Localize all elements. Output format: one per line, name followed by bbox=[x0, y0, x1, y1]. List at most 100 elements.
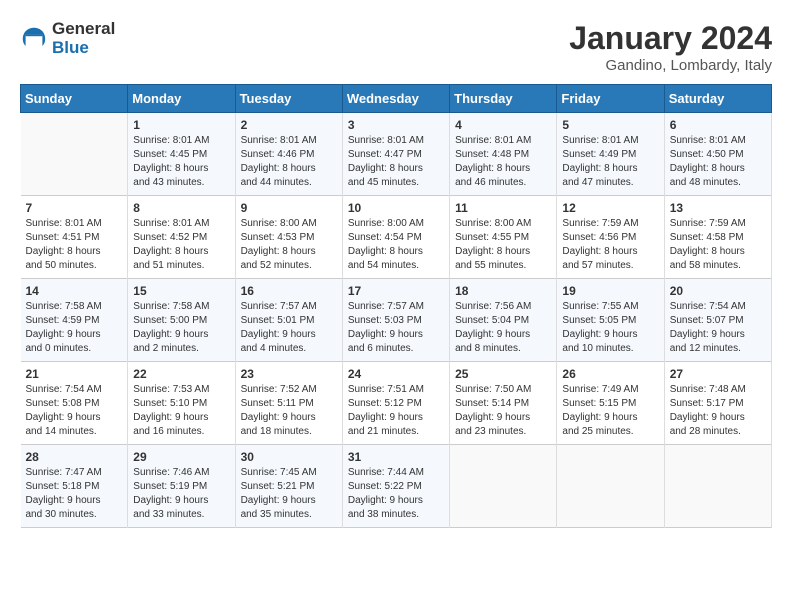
day-info: Sunrise: 8:00 AM Sunset: 4:54 PM Dayligh… bbox=[348, 217, 444, 273]
calendar-cell: 25 Sunrise: 7:50 AM Sunset: 5:14 PM Dayli… bbox=[450, 362, 557, 445]
day-number: 5 bbox=[562, 118, 658, 132]
day-number: 15 bbox=[133, 284, 229, 298]
calendar-cell: 2 Sunrise: 8:01 AM Sunset: 4:46 PM Daylig… bbox=[235, 113, 342, 196]
day-number: 31 bbox=[348, 450, 444, 464]
day-number: 25 bbox=[455, 367, 551, 381]
weekday-header: Friday bbox=[557, 85, 664, 113]
day-info: Sunrise: 7:59 AM Sunset: 4:58 PM Dayligh… bbox=[670, 217, 766, 273]
day-number: 10 bbox=[348, 201, 444, 215]
calendar-cell: 1Sunrise: 8:01 AM Sunset: 4:45 PM Daylig… bbox=[128, 113, 235, 196]
day-info: Sunrise: 7:58 AM Sunset: 5:00 PM Dayligh… bbox=[133, 300, 229, 356]
weekday-header: Saturday bbox=[664, 85, 771, 113]
calendar-table: SundayMondayTuesdayWednesdayThursdayFrid… bbox=[20, 84, 772, 528]
calendar-cell: 21 Sunrise: 7:54 AM Sunset: 5:08 PM Dayli… bbox=[21, 362, 128, 445]
day-info: Sunrise: 7:55 AM Sunset: 5:05 PM Dayligh… bbox=[562, 300, 658, 356]
day-info: Sunrise: 7:57 AM Sunset: 5:01 PM Dayligh… bbox=[241, 300, 337, 356]
day-number: 29 bbox=[133, 450, 229, 464]
calendar-cell: 22 Sunrise: 7:53 AM Sunset: 5:10 PM Dayli… bbox=[128, 362, 235, 445]
day-info: Sunrise: 8:00 AM Sunset: 4:53 PM Dayligh… bbox=[241, 217, 337, 273]
day-number: 11 bbox=[455, 201, 551, 215]
calendar-cell: 17Sunrise: 7:57 AM Sunset: 5:03 PM Dayli… bbox=[342, 279, 449, 362]
calendar-week-row: 7 Sunrise: 8:01 AM Sunset: 4:51 PM Daylig… bbox=[21, 196, 772, 279]
calendar-week-row: 14 Sunrise: 7:58 AM Sunset: 4:59 PM Dayli… bbox=[21, 279, 772, 362]
day-info: Sunrise: 7:52 AM Sunset: 5:11 PM Dayligh… bbox=[241, 383, 337, 439]
day-number: 24 bbox=[348, 367, 444, 381]
day-number: 12 bbox=[562, 201, 658, 215]
weekday-header: Wednesday bbox=[342, 85, 449, 113]
calendar-cell: 18 Sunrise: 7:56 AM Sunset: 5:04 PM Dayli… bbox=[450, 279, 557, 362]
calendar-cell: 27Sunrise: 7:48 AM Sunset: 5:17 PM Dayli… bbox=[664, 362, 771, 445]
day-number: 28 bbox=[26, 450, 123, 464]
day-info: Sunrise: 7:51 AM Sunset: 5:12 PM Dayligh… bbox=[348, 383, 444, 439]
day-number: 9 bbox=[241, 201, 337, 215]
day-number: 23 bbox=[241, 367, 337, 381]
day-number: 3 bbox=[348, 118, 444, 132]
day-number: 17 bbox=[348, 284, 444, 298]
day-info: Sunrise: 8:01 AM Sunset: 4:46 PM Dayligh… bbox=[241, 134, 337, 190]
calendar-cell: 19Sunrise: 7:55 AM Sunset: 5:05 PM Dayli… bbox=[557, 279, 664, 362]
logo-text: General Blue bbox=[52, 20, 115, 57]
day-info: Sunrise: 7:56 AM Sunset: 5:04 PM Dayligh… bbox=[455, 300, 551, 356]
day-info: Sunrise: 7:48 AM Sunset: 5:17 PM Dayligh… bbox=[670, 383, 766, 439]
day-info: Sunrise: 8:01 AM Sunset: 4:47 PM Dayligh… bbox=[348, 134, 444, 190]
day-info: Sunrise: 7:54 AM Sunset: 5:07 PM Dayligh… bbox=[670, 300, 766, 356]
day-info: Sunrise: 7:47 AM Sunset: 5:18 PM Dayligh… bbox=[26, 466, 123, 522]
calendar-cell: 7 Sunrise: 8:01 AM Sunset: 4:51 PM Daylig… bbox=[21, 196, 128, 279]
day-number: 30 bbox=[241, 450, 337, 464]
day-number: 16 bbox=[241, 284, 337, 298]
header-row: SundayMondayTuesdayWednesdayThursdayFrid… bbox=[21, 85, 772, 113]
day-number: 6 bbox=[670, 118, 766, 132]
day-number: 14 bbox=[26, 284, 123, 298]
weekday-header: Thursday bbox=[450, 85, 557, 113]
day-number: 7 bbox=[26, 201, 123, 215]
day-info: Sunrise: 7:45 AM Sunset: 5:21 PM Dayligh… bbox=[241, 466, 337, 522]
day-info: Sunrise: 7:50 AM Sunset: 5:14 PM Dayligh… bbox=[455, 383, 551, 439]
calendar-cell: 31 Sunrise: 7:44 AM Sunset: 5:22 PM Dayli… bbox=[342, 445, 449, 528]
day-info: Sunrise: 8:01 AM Sunset: 4:51 PM Dayligh… bbox=[26, 217, 123, 273]
calendar-cell: 5 Sunrise: 8:01 AM Sunset: 4:49 PM Daylig… bbox=[557, 113, 664, 196]
day-number: 18 bbox=[455, 284, 551, 298]
calendar-cell: 8 Sunrise: 8:01 AM Sunset: 4:52 PM Daylig… bbox=[128, 196, 235, 279]
calendar-cell: 16 Sunrise: 7:57 AM Sunset: 5:01 PM Dayli… bbox=[235, 279, 342, 362]
calendar-body: 1Sunrise: 8:01 AM Sunset: 4:45 PM Daylig… bbox=[21, 113, 772, 528]
calendar-cell: 29Sunrise: 7:46 AM Sunset: 5:19 PM Dayli… bbox=[128, 445, 235, 528]
calendar-week-row: 28 Sunrise: 7:47 AM Sunset: 5:18 PM Dayli… bbox=[21, 445, 772, 528]
calendar-week-row: 21 Sunrise: 7:54 AM Sunset: 5:08 PM Dayli… bbox=[21, 362, 772, 445]
calendar-cell: 15 Sunrise: 7:58 AM Sunset: 5:00 PM Dayli… bbox=[128, 279, 235, 362]
day-info: Sunrise: 8:01 AM Sunset: 4:49 PM Dayligh… bbox=[562, 134, 658, 190]
calendar-cell: 9 Sunrise: 8:00 AM Sunset: 4:53 PM Daylig… bbox=[235, 196, 342, 279]
calendar-cell: 12 Sunrise: 7:59 AM Sunset: 4:56 PM Dayli… bbox=[557, 196, 664, 279]
day-number: 22 bbox=[133, 367, 229, 381]
day-number: 26 bbox=[562, 367, 658, 381]
calendar-cell: 20Sunrise: 7:54 AM Sunset: 5:07 PM Dayli… bbox=[664, 279, 771, 362]
day-info: Sunrise: 7:54 AM Sunset: 5:08 PM Dayligh… bbox=[26, 383, 123, 439]
calendar-week-row: 1Sunrise: 8:01 AM Sunset: 4:45 PM Daylig… bbox=[21, 113, 772, 196]
day-info: Sunrise: 7:58 AM Sunset: 4:59 PM Dayligh… bbox=[26, 300, 123, 356]
day-info: Sunrise: 7:59 AM Sunset: 4:56 PM Dayligh… bbox=[562, 217, 658, 273]
day-number: 2 bbox=[241, 118, 337, 132]
day-info: Sunrise: 8:01 AM Sunset: 4:50 PM Dayligh… bbox=[670, 134, 766, 190]
calendar-header: SundayMondayTuesdayWednesdayThursdayFrid… bbox=[21, 85, 772, 113]
calendar-cell: 10 Sunrise: 8:00 AM Sunset: 4:54 PM Dayli… bbox=[342, 196, 449, 279]
calendar-cell bbox=[664, 445, 771, 528]
calendar-cell bbox=[21, 113, 128, 196]
logo-icon bbox=[20, 25, 48, 53]
logo-general: General bbox=[52, 19, 115, 38]
calendar-cell: 6 Sunrise: 8:01 AM Sunset: 4:50 PM Daylig… bbox=[664, 113, 771, 196]
calendar-cell: 26 Sunrise: 7:49 AM Sunset: 5:15 PM Dayli… bbox=[557, 362, 664, 445]
calendar-cell: 13Sunrise: 7:59 AM Sunset: 4:58 PM Dayli… bbox=[664, 196, 771, 279]
day-number: 8 bbox=[133, 201, 229, 215]
day-number: 4 bbox=[455, 118, 551, 132]
calendar-cell: 3 Sunrise: 8:01 AM Sunset: 4:47 PM Daylig… bbox=[342, 113, 449, 196]
calendar-cell: 11 Sunrise: 8:00 AM Sunset: 4:55 PM Dayli… bbox=[450, 196, 557, 279]
page-header: General Blue January 2024 Gandino, Lomba… bbox=[20, 20, 772, 74]
day-info: Sunrise: 7:44 AM Sunset: 5:22 PM Dayligh… bbox=[348, 466, 444, 522]
calendar-cell: 23 Sunrise: 7:52 AM Sunset: 5:11 PM Dayli… bbox=[235, 362, 342, 445]
month-year: January 2024 bbox=[569, 20, 772, 57]
day-info: Sunrise: 7:49 AM Sunset: 5:15 PM Dayligh… bbox=[562, 383, 658, 439]
day-info: Sunrise: 7:53 AM Sunset: 5:10 PM Dayligh… bbox=[133, 383, 229, 439]
day-info: Sunrise: 8:01 AM Sunset: 4:52 PM Dayligh… bbox=[133, 217, 229, 273]
day-info: Sunrise: 8:00 AM Sunset: 4:55 PM Dayligh… bbox=[455, 217, 551, 273]
location: Gandino, Lombardy, Italy bbox=[569, 57, 772, 74]
day-number: 21 bbox=[26, 367, 123, 381]
